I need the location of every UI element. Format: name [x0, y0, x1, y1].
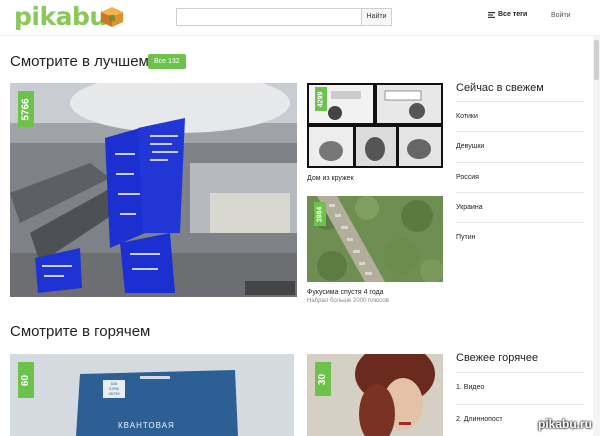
rating-tag: 60	[18, 362, 34, 398]
best-all-badge[interactable]: Все 132	[148, 54, 186, 69]
rating-tag: 3984	[314, 202, 326, 226]
rating-value: 30	[317, 373, 329, 385]
rating-value: 3984	[316, 206, 324, 222]
best-section-title: Смотрите в лучшем	[10, 53, 149, 70]
tile-subcaption: Набрал больше 2000 плюсов	[307, 298, 389, 304]
pikabu-logo[interactable]: pikabu	[14, 2, 124, 33]
login-link[interactable]: Войти	[551, 12, 571, 19]
header-divider	[0, 35, 600, 36]
fresh-hot-title: Свежее горячее	[456, 352, 539, 364]
logo-cube-icon	[101, 7, 123, 27]
hot-section-title: Смотрите в горячем	[10, 323, 151, 340]
fresh-hot-item[interactable]: 1. Видео	[456, 372, 584, 403]
search-input[interactable]	[176, 8, 363, 26]
scrollbar-track[interactable]	[593, 36, 600, 436]
rating-tag: 30	[315, 362, 331, 396]
rating-value: 60	[20, 374, 32, 386]
fresh-item[interactable]: Украина	[456, 192, 584, 223]
fresh-item[interactable]: Путин	[456, 222, 584, 253]
rating-tag: 4299	[315, 87, 327, 111]
search-button[interactable]: Найти	[361, 8, 392, 26]
rating-tag: 5766	[18, 91, 34, 127]
logo-text: pikabu	[14, 2, 107, 31]
fresh-item[interactable]: Котики	[456, 101, 584, 132]
book-title: КВАНТОВАЯ	[118, 421, 175, 430]
rating-value: 4299	[317, 91, 325, 107]
book-sticker: 535 3-590 45739	[108, 381, 120, 396]
all-tags-link[interactable]: Все теги	[488, 11, 527, 18]
rating-value: 5766	[20, 97, 32, 121]
fresh-item[interactable]: Девушки	[456, 131, 584, 162]
hot-tile-portrait[interactable]: 30	[307, 354, 443, 436]
hot-tile-book[interactable]: 535 3-590 45739 КВАНТОВАЯ 60	[10, 354, 294, 436]
best-main-tile[interactable]: 5766	[10, 83, 297, 297]
fresh-title: Сейчас в свежем	[456, 82, 544, 94]
tile-caption[interactable]: Фукусима спустя 4 года	[307, 289, 384, 296]
comic-image	[307, 83, 443, 168]
mall-bsod-image	[10, 83, 297, 297]
fresh-item[interactable]: Россия	[456, 162, 584, 193]
all-tags-label: Все теги	[498, 11, 528, 18]
best-tile-fukushima[interactable]: 3984	[307, 196, 443, 282]
menu-icon	[488, 11, 495, 18]
scrollbar-thumb[interactable]	[594, 40, 599, 80]
best-tile-comic[interactable]: 4299	[307, 83, 443, 168]
tile-caption[interactable]: Дом из кружек	[307, 175, 354, 182]
watermark: pikabu.ru	[538, 417, 593, 431]
aerial-forest-image	[307, 196, 443, 282]
